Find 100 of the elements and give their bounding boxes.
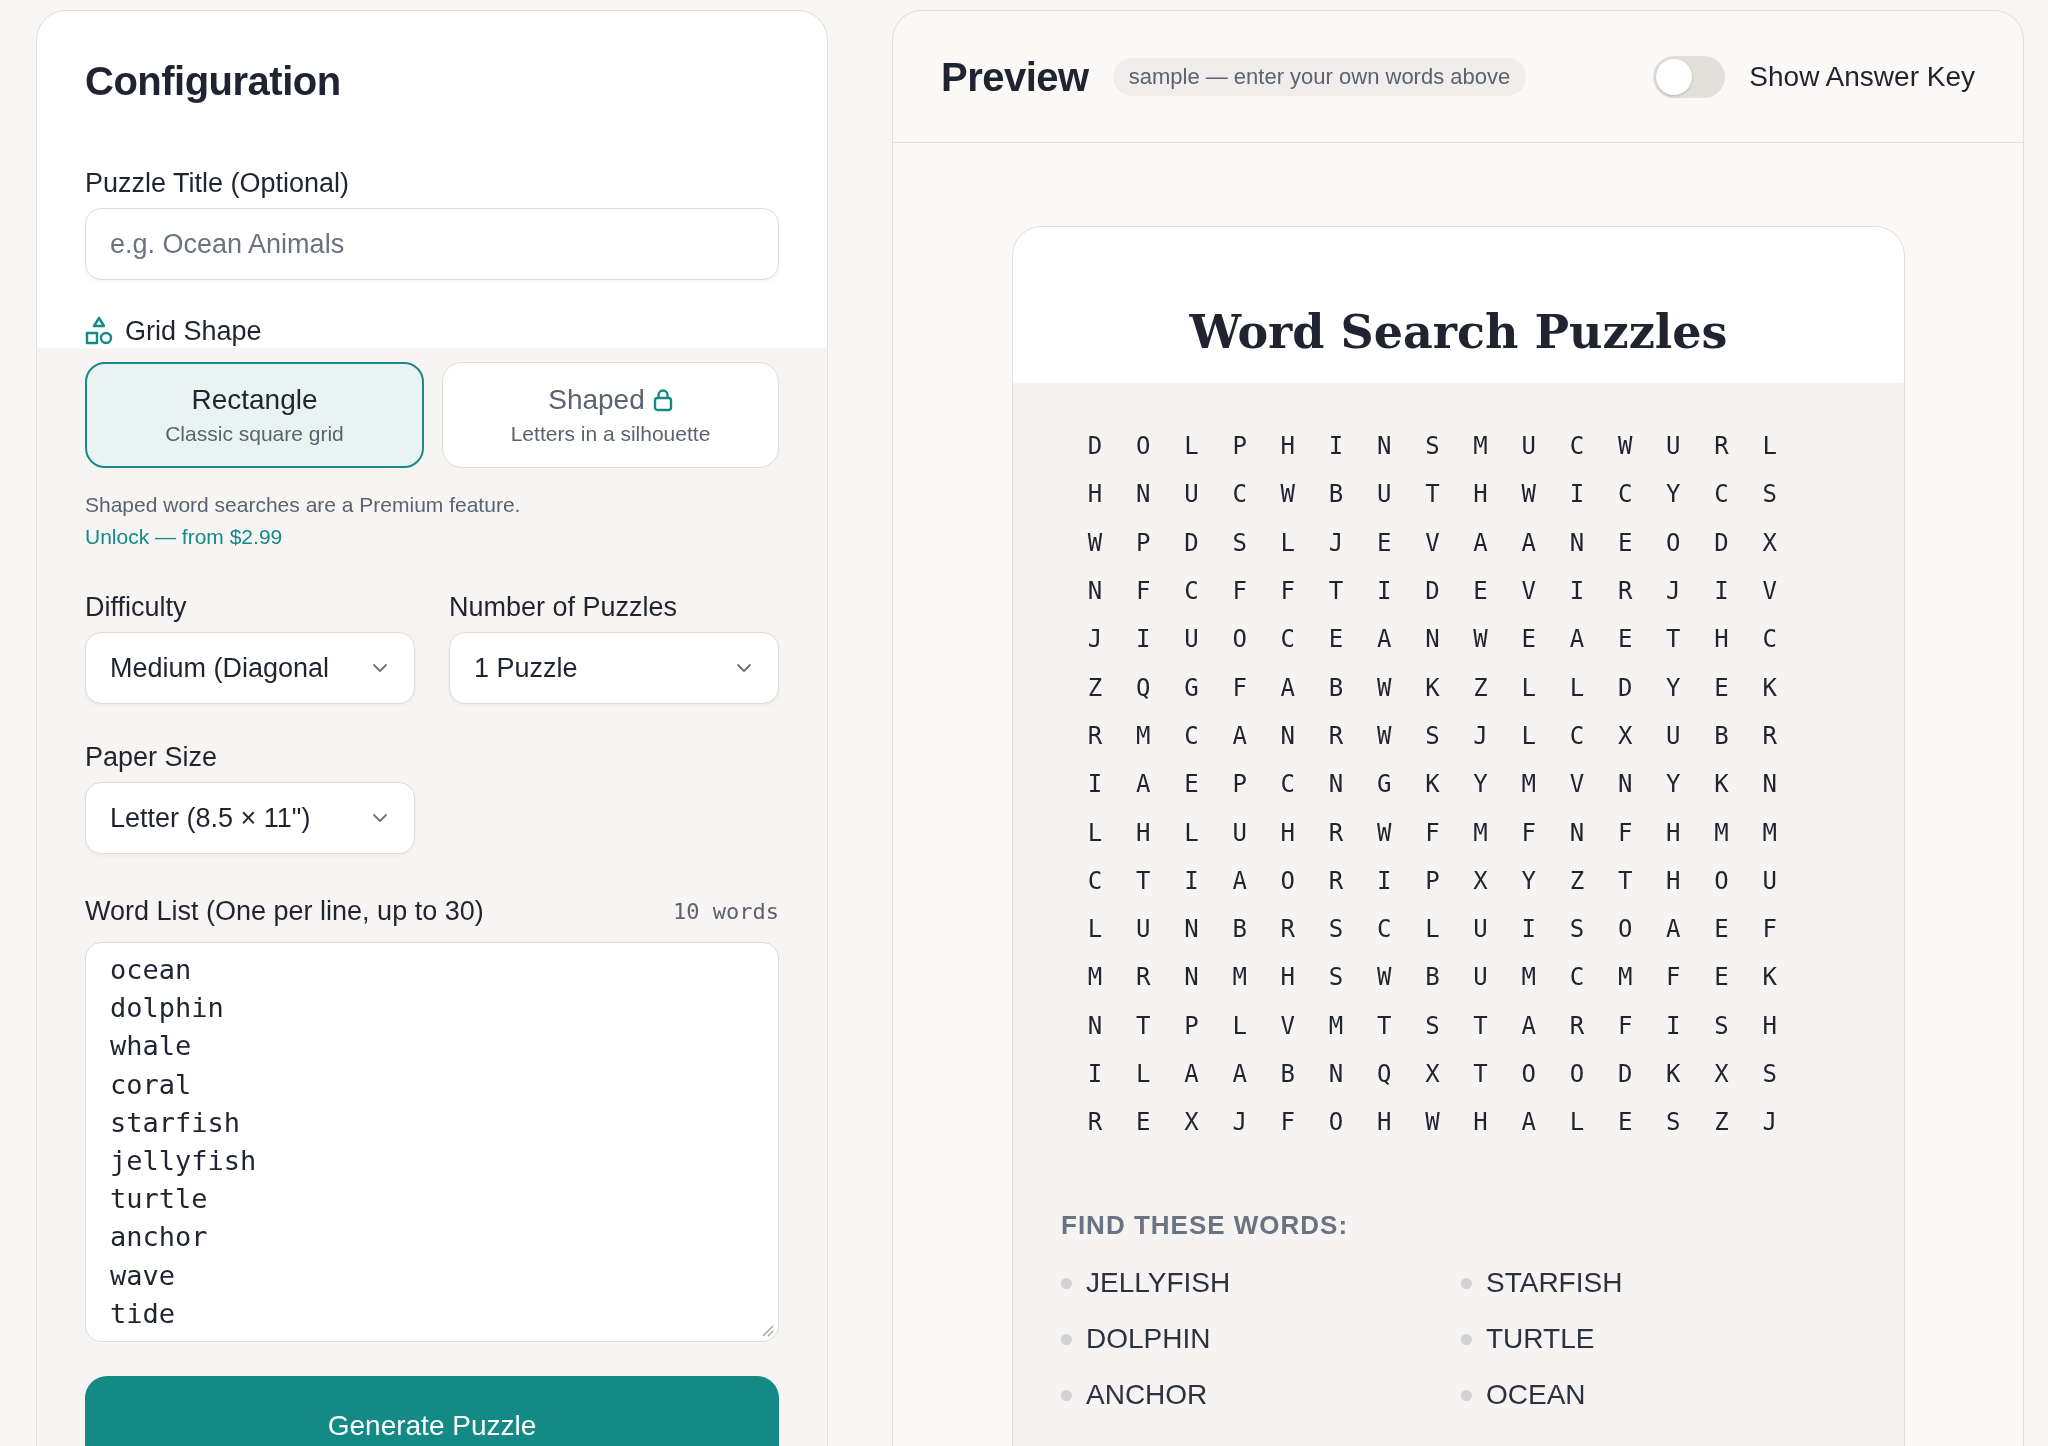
letter-cell-text: Z: [1713, 1107, 1730, 1139]
generate-button[interactable]: Generate Puzzle: [85, 1376, 779, 1446]
grid-shape-option[interactable]: Shaped Letters in a silhouette: [442, 362, 779, 468]
answer-key-toggle[interactable]: [1653, 55, 1726, 98]
grid-shape-option[interactable]: Rectangle Classic square grid: [85, 362, 424, 468]
letter-cell-text: F: [1665, 962, 1682, 994]
letter-cell-text: U: [1665, 720, 1682, 752]
letter-cell-text: L: [1086, 914, 1104, 946]
letter-cell-text: C: [1279, 769, 1297, 801]
letter-cell-text: Y: [1472, 769, 1489, 801]
letter-cell-text: X: [1424, 1059, 1441, 1090]
word-list-field[interactable]: ocean dolphin whale coral starfish jellyfish turtle anchor wave tide: [85, 942, 779, 1342]
letter-cell-text: L: [1424, 914, 1441, 946]
letter-cell-text: Z: [1472, 672, 1489, 704]
letter-cell-text: A: [1231, 720, 1248, 752]
letter-cell-text: X: [1761, 527, 1778, 559]
letter-cell-text: O: [1616, 914, 1634, 946]
letter-cell-text: A: [1183, 1059, 1200, 1090]
letter-cell-text: X: [1183, 1107, 1200, 1139]
toggle-label: Show Answer Key: [1749, 60, 1975, 93]
letter-cell-text: H: [1086, 479, 1104, 511]
letter-cell-text: W: [1086, 527, 1104, 559]
letter-cell-text: H: [1472, 1107, 1489, 1139]
letter-cell-text: N: [1327, 769, 1345, 801]
letter-cell-text: E: [1135, 1107, 1152, 1139]
letter-cell-text: I: [1086, 1059, 1104, 1090]
letter-cell-text: P: [1183, 1010, 1200, 1042]
title-input-field[interactable]: e.g. Ocean Animals: [85, 208, 779, 280]
letter-cell-text: A: [1520, 1010, 1537, 1042]
letter-cell-text: C: [1183, 720, 1200, 752]
letter-cell-text: M: [1231, 962, 1248, 994]
letter-cell-text: H: [1472, 479, 1489, 511]
letter-cell-text: H: [1713, 624, 1730, 656]
letter-cell-text: I: [1327, 431, 1345, 463]
letter-cell-text: F: [1279, 576, 1297, 608]
letter-cell-text: I: [1376, 576, 1393, 608]
unlock-link[interactable]: Unlock — from $2.99: [85, 520, 283, 554]
difficulty-select[interactable]: Medium (Diagonal: [85, 632, 415, 704]
letter-cell-text: V: [1761, 576, 1778, 608]
letter-cell-text: E: [1472, 576, 1489, 608]
letter-cell-text: N: [1761, 769, 1778, 801]
letter-cell-text: Q: [1135, 672, 1152, 704]
letter-cell-text: K: [1761, 672, 1778, 704]
letter-cell-text: P: [1231, 769, 1248, 801]
letter-cell-text: I: [1376, 865, 1393, 897]
puzzle-count-select[interactable]: 1 Puzzle: [449, 632, 779, 704]
letter-cell-text: R: [1616, 576, 1634, 608]
sample-badge: sample — enter your own words above: [1112, 57, 1527, 96]
letter-cell-text: B: [1231, 914, 1248, 946]
letter-cell-text: A: [1568, 624, 1586, 656]
letter-cell-text: C: [1086, 865, 1104, 897]
letter-cell-text: P: [1424, 865, 1441, 897]
bullet-icon: [1061, 1333, 1072, 1345]
letter-cell-text: W: [1279, 479, 1297, 511]
letter-cell-text: H: [1761, 1010, 1778, 1042]
letter-cell-text: C: [1279, 624, 1297, 656]
letter-cell-text: H: [1279, 817, 1297, 849]
section-label: Grid Shape: [125, 315, 262, 348]
letter-cell-text: N: [1376, 431, 1393, 463]
letter-cell-text: C: [1183, 576, 1200, 608]
letter-cell-text: A: [1135, 769, 1152, 801]
letter-cell-text: L: [1568, 672, 1586, 704]
letter-cell-text: E: [1616, 1107, 1634, 1139]
letter-cell-text: U: [1520, 431, 1537, 463]
letter-cell-text: L: [1761, 431, 1778, 463]
letter-cell-text: H: [1279, 962, 1297, 994]
letter-cell-text: T: [1472, 1059, 1489, 1090]
letter-cell-text: D: [1616, 672, 1634, 704]
letter-cell-text: S: [1424, 1010, 1441, 1042]
letter-cell-text: S: [1761, 479, 1778, 511]
letter-cell-text: Z: [1568, 865, 1586, 897]
word-list-heading: FIND THESE WORDS:: [1061, 1210, 1350, 1242]
letter-cell-text: O: [1231, 624, 1248, 656]
letter-cell-text: Q: [1376, 1059, 1393, 1090]
letter-cell-text: A: [1472, 527, 1489, 559]
letter-cell-text: C: [1376, 914, 1393, 946]
letter-cell-text: P: [1135, 527, 1152, 559]
letter-cell-text: M: [1472, 817, 1489, 849]
letter-cell-text: N: [1424, 624, 1441, 656]
letter-cell-text: C: [1568, 431, 1586, 463]
letter-cell-text: M: [1135, 720, 1152, 752]
paper-size-select[interactable]: Letter (8.5 × 11"): [85, 782, 415, 854]
letter-cell-text: L: [1520, 672, 1537, 704]
letter-cell-text: I: [1568, 576, 1586, 608]
letter-cell-text: M: [1327, 1010, 1345, 1042]
letter-cell-text: T: [1665, 624, 1682, 656]
letter-cell-text: L: [1568, 1107, 1586, 1139]
word-item: STARFISH: [1486, 1267, 1623, 1300]
letter-cell-text: N: [1183, 914, 1200, 946]
letter-cell-text: H: [1665, 865, 1682, 897]
letter-cell-text: R: [1568, 1010, 1586, 1042]
letter-cell-text: R: [1327, 865, 1345, 897]
letter-cell-text: O: [1279, 865, 1297, 897]
letter-cell-text: B: [1327, 479, 1345, 511]
letter-cell-text: L: [1183, 431, 1200, 463]
letter-cell-text: M: [1761, 817, 1778, 849]
letter-cell-text: B: [1713, 720, 1730, 752]
letter-cell-text: R: [1327, 720, 1345, 752]
letter-cell-text: D: [1086, 431, 1104, 463]
letter-cell-text: R: [1279, 914, 1297, 946]
